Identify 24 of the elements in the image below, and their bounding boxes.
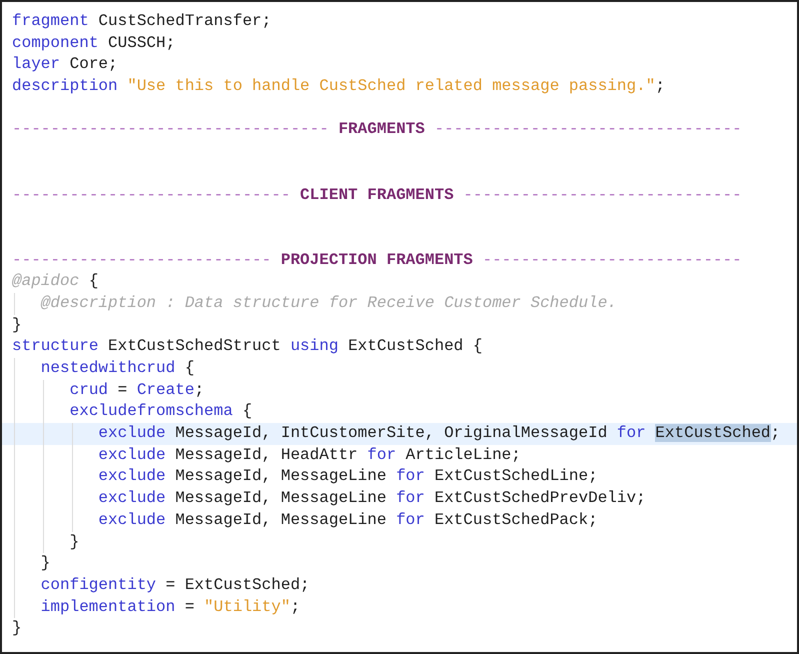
- code-line: }: [40, 553, 50, 574]
- code-line: layer Core;: [12, 54, 118, 76]
- code-line: fragment CustSchedTransfer;: [12, 11, 272, 32]
- code-line: --------------------------------- FRAGMENTS --------------------------------: [12, 119, 742, 140]
- code-line: structure ExtCustSchedStruct using ExtCustSched {: [12, 336, 482, 358]
- code-line: implementation = "Utility";: [40, 596, 300, 618]
- code-line: }: [12, 618, 22, 640]
- code-line: ----------------------------- CLIENT FRAGMENTS -----------------------------: [12, 184, 742, 206]
- code-line: @apidoc {: [12, 271, 98, 292]
- code-line: }: [70, 532, 80, 552]
- code-line: --------------------------- PROJECTION FRAGMENTS ---------------------------: [12, 250, 742, 271]
- code-line: @description : Data structure for Receive Customer Schedule.: [40, 292, 617, 314]
- code-line: exclude MessageId, MessageLine for ExtCustSchedPrevDeliv;: [98, 488, 646, 510]
- code-line: crud = Create;: [70, 380, 204, 401]
- code-line: component CUSSCH;: [12, 32, 176, 54]
- code-line: exclude MessageId, MessageLine for ExtCustSchedPack;: [98, 510, 598, 531]
- code-line: exclude MessageId, IntCustomerSite, OriginalMessageId for ExtCustSched;: [98, 423, 780, 444]
- code-line: exclude MessageId, MessageLine for ExtCustSchedLine;: [98, 466, 598, 488]
- code-line: exclude MessageId, HeadAttr for ArticleLine;: [98, 444, 521, 466]
- code-line: excludefromschema {: [70, 401, 252, 422]
- code-line: nestedwithcrud {: [40, 358, 194, 379]
- code-line: description "Use this to handle CustSched related message passing.";: [12, 76, 665, 98]
- code-line: }: [12, 314, 22, 336]
- code-line: configentity = ExtCustSched;: [40, 574, 310, 596]
